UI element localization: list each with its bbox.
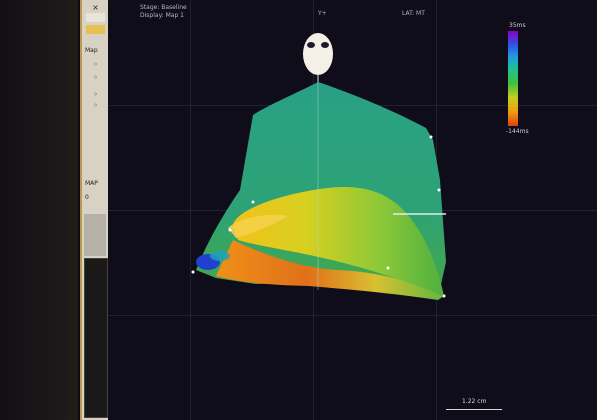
scale-label: 1.22 cm <box>462 398 487 405</box>
mid-panel-value: 0 <box>85 194 89 201</box>
tool-palette: × Map ◦ ◦ ◦ ◦ MAP 0 <box>80 0 110 420</box>
scale-bar <box>446 409 502 410</box>
monitor-bezel <box>0 0 78 420</box>
close-icon[interactable]: × <box>86 3 105 12</box>
tool-button-pan[interactable]: ◦ <box>86 73 105 82</box>
tool-button-color[interactable] <box>86 25 105 34</box>
tool-button-point[interactable]: ◦ <box>86 101 105 110</box>
anatomic-shell-render[interactable] <box>108 0 597 420</box>
tool-button-select[interactable] <box>86 13 105 22</box>
map-tools-label: Map <box>85 47 98 54</box>
mid-panel-label: MAP <box>85 180 98 187</box>
toolbar-separator <box>84 214 106 256</box>
toolbar-status-area <box>84 258 108 418</box>
electroanatomic-map-view[interactable]: Stage: Baseline Display: Map 1 Y+ LAT: M… <box>108 0 597 420</box>
tool-button-rotate[interactable]: ◦ <box>86 60 105 69</box>
tool-button-zoom[interactable]: ◦ <box>86 90 105 99</box>
